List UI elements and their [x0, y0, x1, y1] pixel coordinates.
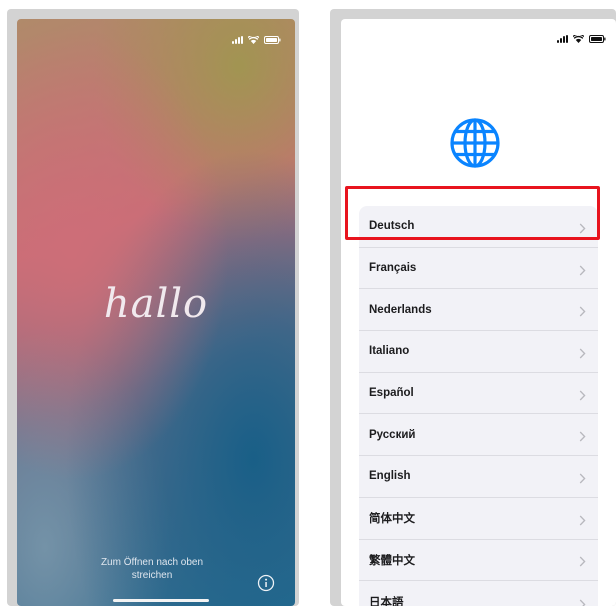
language-label: 简体中文	[369, 513, 415, 526]
globe-icon	[449, 117, 501, 169]
wifi-icon	[248, 36, 259, 44]
selection-highlight-box	[345, 186, 600, 240]
lock-screen-phone: hallo Zum Öffnen nach oben streichen	[7, 9, 299, 606]
status-bar	[232, 36, 281, 44]
language-list: Deutsch Français Nederlands Italiano Español…	[359, 206, 598, 606]
chevron-right-icon	[579, 429, 586, 442]
signal-icon	[557, 35, 568, 43]
swipe-hint-line1: Zum Öffnen nach oben	[100, 557, 204, 568]
language-item[interactable]: Italiano	[359, 331, 598, 373]
language-item[interactable]: Français	[359, 248, 598, 290]
language-label: 日本語	[369, 597, 404, 606]
chevron-right-icon	[579, 554, 586, 567]
battery-icon	[264, 36, 281, 44]
language-item[interactable]: Nederlands	[359, 289, 598, 332]
language-label: Italiano	[369, 345, 410, 358]
chevron-right-icon	[579, 263, 586, 275]
chevron-right-icon	[579, 346, 586, 359]
greeting-text: hallo	[103, 281, 209, 327]
language-label: Español	[369, 387, 414, 400]
battery-icon	[589, 35, 606, 43]
language-screen: Deutsch Français Nederlands Italiano Español…	[341, 19, 616, 606]
language-label: Русский	[369, 428, 416, 441]
signal-icon	[232, 36, 243, 44]
language-label: 繁體中文	[369, 554, 415, 567]
status-bar	[557, 35, 606, 43]
chevron-right-icon	[579, 471, 586, 484]
language-item[interactable]: 日本語	[359, 581, 598, 606]
info-icon[interactable]	[257, 574, 275, 592]
hello-screen[interactable]: hallo Zum Öffnen nach oben streichen	[17, 19, 295, 606]
home-indicator[interactable]	[113, 599, 209, 602]
language-select-phone: Deutsch Français Nederlands Italiano Español…	[330, 9, 616, 606]
language-item[interactable]: 简体中文	[359, 498, 598, 540]
language-label: English	[369, 470, 411, 483]
language-item[interactable]: Español	[359, 373, 598, 415]
chevron-right-icon	[579, 597, 586, 606]
language-item[interactable]: Русский	[359, 414, 598, 457]
language-label: Français	[369, 262, 417, 275]
language-item[interactable]: English	[359, 456, 598, 498]
swipe-hint-line2: streichen	[131, 570, 173, 581]
language-label: Nederlands	[369, 303, 432, 316]
swipe-up-hint: Zum Öffnen nach oben streichen	[77, 556, 227, 582]
wifi-icon	[573, 35, 584, 43]
chevron-right-icon	[579, 304, 586, 317]
chevron-right-icon	[579, 388, 586, 401]
language-item[interactable]: 繁體中文	[359, 540, 598, 582]
chevron-right-icon	[579, 513, 586, 526]
